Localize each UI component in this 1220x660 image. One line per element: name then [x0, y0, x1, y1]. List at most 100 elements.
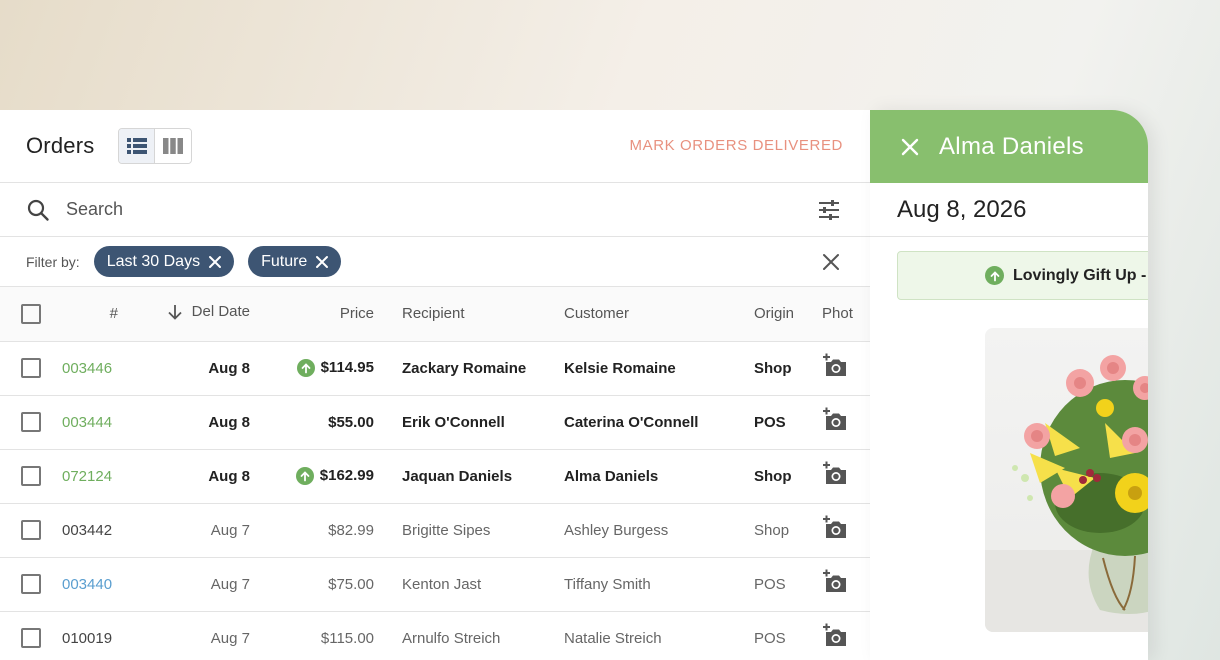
filter-chip-last-30-days[interactable]: Last 30 Days	[93, 246, 235, 277]
customer-name: Ashley Burgess	[564, 503, 754, 558]
delivery-date: Aug 8	[142, 341, 252, 396]
tune-icon[interactable]	[818, 199, 840, 221]
price-value: $114.95	[320, 359, 374, 376]
add-photo-button[interactable]	[822, 341, 870, 396]
col-del-date-label: Del Date	[191, 303, 250, 321]
price-value: $115.00	[320, 629, 374, 647]
recipient-name: Brigitte Sipes	[374, 503, 564, 558]
col-number[interactable]: #	[62, 287, 142, 342]
orders-header: Orders MARK ORDERS DELIVERED	[0, 110, 870, 183]
customer-name: Tiffany Smith	[564, 557, 754, 612]
price-cell: $162.99	[252, 449, 374, 504]
clear-filters-button[interactable]	[822, 253, 840, 276]
close-icon[interactable]	[901, 138, 919, 156]
col-price[interactable]: Price	[252, 287, 374, 342]
upgrade-arrow-icon	[295, 466, 314, 485]
delivery-date: Aug 7	[142, 611, 252, 660]
delivery-date: Aug 7	[142, 503, 252, 558]
arrangement-photo[interactable]	[985, 328, 1148, 632]
price-value: $55.00	[328, 413, 374, 431]
search-bar	[0, 183, 870, 237]
col-photo[interactable]: Phot	[822, 287, 870, 342]
order-origin: POS	[754, 557, 822, 612]
search-icon	[27, 199, 49, 221]
order-number-link[interactable]: 072124	[62, 449, 142, 504]
recipient-name: Jaquan Daniels	[374, 449, 564, 504]
order-origin: Shop	[754, 341, 822, 396]
table-row[interactable]: 003446 Aug 8 $114.95 Zackary Romaine Kelsie …	[0, 341, 870, 396]
close-icon[interactable]	[208, 255, 222, 269]
table-row[interactable]: 003442 Aug 7 $82.99 Brigitte Sipes Ashley Bu…	[0, 503, 870, 558]
orders-table: # Del Date Price Recipient Customer Orig…	[0, 287, 870, 660]
add-photo-button[interactable]	[822, 611, 870, 660]
search-input[interactable]	[66, 199, 666, 220]
col-recipient[interactable]: Recipient	[374, 287, 564, 342]
add-photo-icon	[822, 407, 848, 437]
column-view-button[interactable]	[155, 129, 192, 163]
price-cell: $114.95	[252, 341, 374, 396]
filter-bar: Filter by: Last 30 Days Future	[0, 237, 870, 287]
add-photo-icon	[822, 461, 848, 491]
delivery-date: Aug 8	[142, 395, 252, 450]
row-checkbox[interactable]	[0, 557, 62, 612]
add-photo-icon	[822, 569, 848, 599]
list-view-icon	[126, 138, 147, 154]
price-cell: $82.99	[252, 503, 374, 558]
customer-name: Caterina O'Connell	[564, 395, 754, 450]
add-photo-icon	[822, 515, 848, 545]
detail-delivery-date: Aug 8, 2026	[870, 183, 1148, 237]
detail-header: Alma Daniels	[870, 110, 1148, 183]
filter-label: Filter by:	[26, 253, 80, 270]
add-photo-button[interactable]	[822, 449, 870, 504]
close-icon[interactable]	[315, 255, 329, 269]
view-toggle	[118, 128, 193, 164]
table-row[interactable]: 072124 Aug 8 $162.99 Jaquan Daniels Alma Dan…	[0, 449, 870, 504]
price-cell: $115.00	[252, 611, 374, 660]
order-number-link[interactable]: 003444	[62, 395, 142, 450]
recipient-name: Zackary Romaine	[374, 341, 564, 396]
order-number-link[interactable]: 003442	[62, 503, 142, 558]
gift-up-banner[interactable]: Lovingly Gift Up - G	[897, 251, 1148, 300]
price-value: $82.99	[328, 521, 374, 539]
select-all-checkbox[interactable]	[0, 287, 62, 342]
add-photo-icon	[822, 623, 848, 653]
row-checkbox[interactable]	[0, 611, 62, 660]
recipient-name: Kenton Jast	[374, 557, 564, 612]
sort-down-icon	[168, 304, 182, 320]
filter-chip-future[interactable]: Future	[248, 246, 342, 277]
list-view-button[interactable]	[119, 129, 156, 163]
col-del-date[interactable]: Del Date	[142, 287, 252, 342]
table-row[interactable]: 003440 Aug 7 $75.00 Kenton Jast Tiffany Smit…	[0, 557, 870, 612]
upgrade-arrow-icon	[296, 358, 315, 377]
col-origin[interactable]: Origin	[754, 287, 822, 342]
row-checkbox[interactable]	[0, 449, 62, 504]
price-cell: $75.00	[252, 557, 374, 612]
chip-label: Last 30 Days	[106, 252, 201, 270]
col-customer[interactable]: Customer	[564, 287, 754, 342]
order-number-link[interactable]: 010019	[62, 611, 142, 660]
upgrade-arrow-icon	[985, 266, 1004, 285]
order-number-link[interactable]: 003446	[62, 341, 142, 396]
mark-orders-delivered-button[interactable]: MARK ORDERS DELIVERED	[630, 137, 843, 154]
order-number-link[interactable]: 003440	[62, 557, 142, 612]
price-cell: $55.00	[252, 395, 374, 450]
delivery-date: Aug 8	[142, 449, 252, 504]
table-row[interactable]: 003444 Aug 8 $55.00 Erik O'Connell Caterina …	[0, 395, 870, 450]
table-header-row: # Del Date Price Recipient Customer Orig…	[0, 287, 870, 342]
table-row[interactable]: 010019 Aug 7 $115.00 Arnulfo Streich Natalie…	[0, 611, 870, 660]
recipient-name: Erik O'Connell	[374, 395, 564, 450]
order-detail-panel: Alma Daniels Aug 8, 2026 Lovingly Gift U…	[870, 110, 1148, 660]
order-origin: POS	[754, 395, 822, 450]
add-photo-icon	[822, 353, 848, 383]
gift-up-banner-label: Lovingly Gift Up - G	[1013, 266, 1148, 284]
add-photo-button[interactable]	[822, 395, 870, 450]
add-photo-button[interactable]	[822, 503, 870, 558]
row-checkbox[interactable]	[0, 503, 62, 558]
chip-label: Future	[261, 252, 308, 270]
price-value: $75.00	[328, 575, 374, 593]
row-checkbox[interactable]	[0, 395, 62, 450]
add-photo-button[interactable]	[822, 557, 870, 612]
row-checkbox[interactable]	[0, 341, 62, 396]
customer-name: Kelsie Romaine	[564, 341, 754, 396]
orders-panel: Orders MARK ORDERS DELIVERED Search Filt…	[0, 110, 870, 660]
